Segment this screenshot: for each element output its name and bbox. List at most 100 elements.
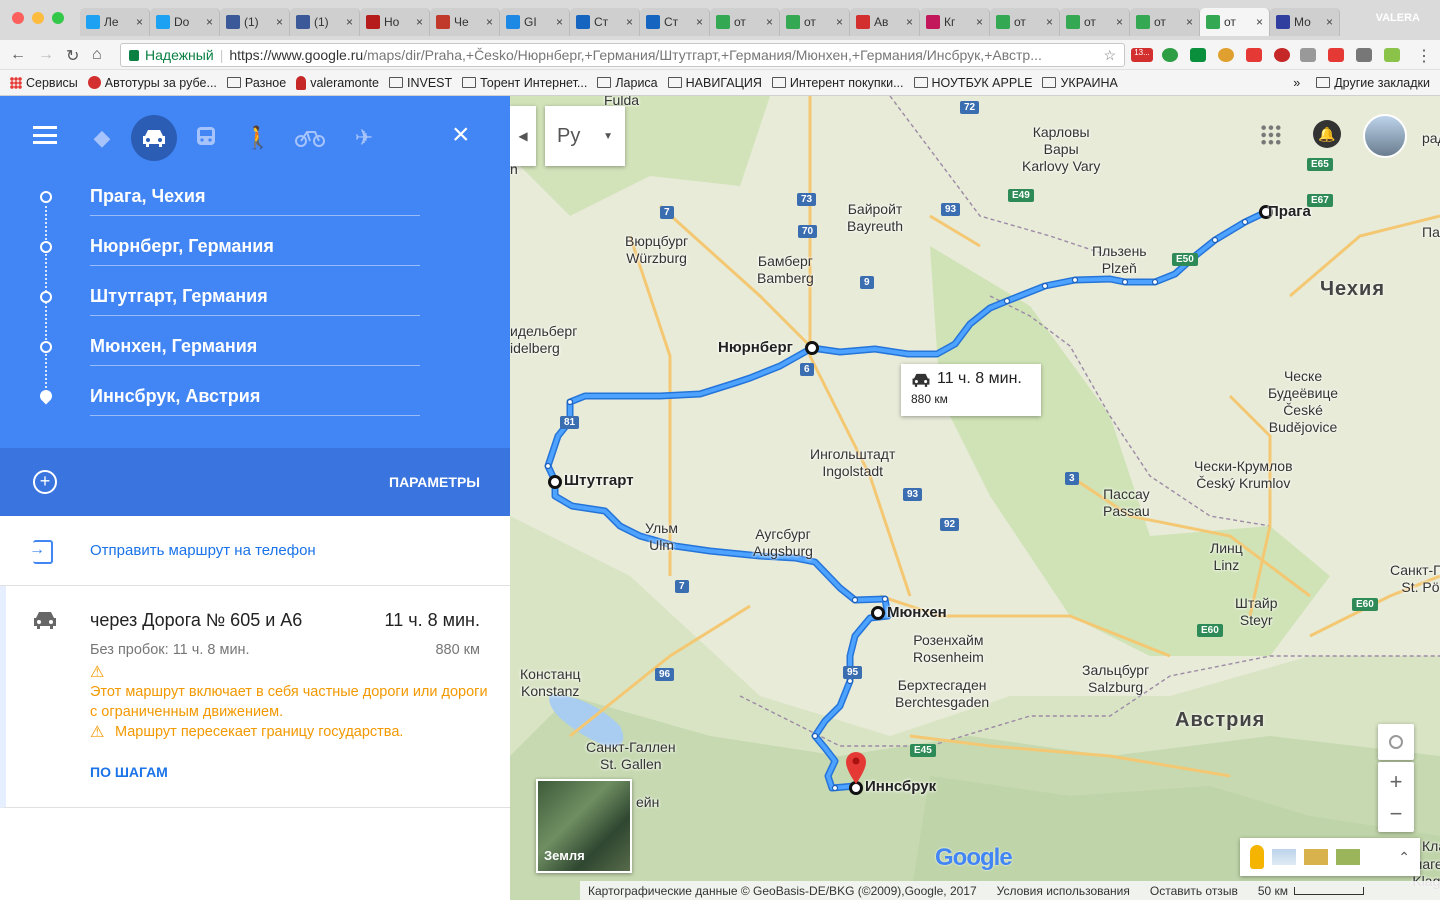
close-tab-icon[interactable]: × (976, 15, 983, 29)
mode-bike-icon[interactable] (290, 118, 330, 158)
map-canvas[interactable]: Прага Нюрнберг Штутгарт Мюнхен Иннсбрук Карло… (510, 96, 1440, 900)
avatar[interactable] (1363, 114, 1407, 158)
send-to-phone-row[interactable]: → Отправить маршрут на телефон (0, 516, 510, 586)
bookmark-star-icon[interactable]: ☆ (1103, 47, 1116, 64)
address-bar[interactable]: Надежный | https://www.google.ru /maps/d… (120, 43, 1125, 67)
feedback-link[interactable]: Оставить отзыв (1150, 884, 1238, 898)
close-tab-icon[interactable]: × (696, 15, 703, 29)
minimize-window-icon[interactable] (32, 12, 44, 24)
waypoint-input-5[interactable]: Иннсбрук, Австрия (90, 376, 420, 416)
browser-tab[interactable]: (1) × (220, 8, 290, 36)
bookmark-item[interactable]: INVEST (388, 76, 452, 90)
profile-name[interactable]: VALERA (1376, 12, 1420, 24)
extension-cookie-icon[interactable] (1218, 48, 1234, 62)
mode-car-icon[interactable] (131, 115, 177, 161)
browser-tab[interactable]: от × (710, 8, 780, 36)
browser-tab[interactable]: Ле × (80, 8, 150, 36)
close-tab-icon[interactable]: × (1256, 15, 1263, 29)
route-option[interactable]: через Дорога № 605 и A6 11 ч. 8 мин. Без… (0, 586, 510, 808)
mode-best-icon[interactable]: ◆ (82, 118, 122, 158)
bookmark-item[interactable]: Интерент покупки... (771, 76, 904, 90)
bookmark-item[interactable]: Торент Интернет... (462, 76, 587, 90)
browser-tab[interactable]: Кг × (920, 8, 990, 36)
close-tab-icon[interactable]: × (906, 15, 913, 29)
close-tab-icon[interactable]: × (136, 15, 143, 29)
mode-walk-icon[interactable]: 🚶 (238, 118, 278, 158)
menu-icon[interactable]: ⋮ (1416, 46, 1432, 66)
extension-mail-icon[interactable] (1328, 48, 1344, 62)
close-tab-icon[interactable]: × (416, 15, 423, 29)
browser-tab[interactable]: от × (1200, 8, 1270, 36)
forward-icon[interactable]: → (38, 46, 54, 64)
bookmark-item[interactable]: valeramonte (296, 75, 379, 90)
bookmark-item[interactable]: Лариса (597, 76, 658, 90)
imagery-thumb-3[interactable] (1336, 849, 1360, 865)
extension-abp-icon[interactable] (1274, 48, 1290, 62)
imagery-thumb-1[interactable] (1272, 849, 1296, 865)
chevron-up-icon[interactable]: ⌃ (1398, 849, 1410, 866)
waypoint-input-1[interactable]: Прага, Чехия (90, 176, 420, 216)
browser-tab[interactable]: GI × (500, 8, 570, 36)
waypoint-input-4[interactable]: Мюнхен, Германия (90, 326, 420, 366)
close-tab-icon[interactable]: × (346, 15, 353, 29)
home-icon[interactable]: ⌂ (92, 46, 102, 64)
bookmark-item[interactable]: Разное (226, 76, 286, 90)
bookmark-item[interactable]: НОУТБУК APPLE (913, 76, 1032, 90)
browser-tab[interactable]: Ст × (570, 8, 640, 36)
close-tab-icon[interactable]: × (276, 15, 283, 29)
close-window-icon[interactable] (12, 12, 24, 24)
bookmark-item[interactable]: УКРАИНА (1042, 76, 1118, 90)
earth-view-toggle[interactable]: Земля (536, 779, 632, 873)
close-tab-icon[interactable]: × (1326, 15, 1333, 29)
collapse-panel-button[interactable]: ◀ (510, 106, 536, 166)
extension-shield-icon[interactable] (1300, 48, 1316, 62)
bookmarks-more[interactable]: » (1293, 76, 1300, 90)
close-tab-icon[interactable]: × (1116, 15, 1123, 29)
apps-grid-icon[interactable] (1260, 124, 1282, 146)
browser-tab[interactable]: от × (1130, 8, 1200, 36)
bookmark-item[interactable]: Сервисы (10, 76, 78, 90)
close-tab-icon[interactable]: × (1186, 15, 1193, 29)
pegman-icon[interactable] (1250, 845, 1264, 869)
close-tab-icon[interactable]: × (836, 15, 843, 29)
options-button[interactable]: ПАРАМЕТРЫ (389, 474, 480, 490)
zoom-in-icon[interactable]: + (1390, 765, 1403, 799)
browser-tab[interactable]: от × (990, 8, 1060, 36)
add-destination-icon[interactable]: + (33, 470, 57, 494)
bookmark-other[interactable]: Другие закладки (1316, 76, 1430, 90)
mode-transit-icon[interactable] (186, 118, 226, 158)
bookmark-item[interactable]: Автотуры за рубе... (87, 76, 217, 90)
send-to-phone-link[interactable]: Отправить маршрут на телефон (90, 542, 316, 559)
back-icon[interactable]: ← (10, 46, 26, 64)
browser-tab[interactable]: Do × (150, 8, 220, 36)
zoom-out-icon[interactable]: − (1390, 799, 1403, 829)
browser-tab[interactable]: Че × (430, 8, 500, 36)
steps-link[interactable]: ПО ШАГАМ (90, 764, 168, 780)
close-tab-icon[interactable]: × (486, 15, 493, 29)
waypoint-input-2[interactable]: Нюрнберг, Германия (90, 226, 420, 266)
language-button[interactable]: Ру ▼ (545, 106, 625, 166)
hamburger-menu-icon[interactable] (33, 126, 57, 144)
extension-drive-icon[interactable] (1356, 48, 1372, 62)
my-location-button[interactable] (1378, 724, 1414, 760)
extension-leaf-icon[interactable] (1384, 48, 1400, 62)
bookmark-item[interactable]: НАВИГАЦИЯ (667, 76, 762, 90)
close-tab-icon[interactable]: × (766, 15, 773, 29)
browser-tab[interactable]: Но × (360, 8, 430, 36)
extension-puzzle-icon[interactable] (1190, 48, 1206, 62)
zoom-window-icon[interactable] (52, 12, 64, 24)
waypoint-input-3[interactable]: Штутгарт, Германия (90, 276, 420, 316)
close-tab-icon[interactable]: × (556, 15, 563, 29)
terms-link[interactable]: Условия использования (997, 884, 1130, 898)
reload-icon[interactable]: ↻ (66, 46, 79, 66)
extension-flag-icon[interactable] (1246, 48, 1262, 62)
imagery-thumb-2[interactable] (1304, 849, 1328, 865)
browser-tab[interactable]: Ст × (640, 8, 710, 36)
extension-badge-icon[interactable]: 13... (1131, 48, 1153, 62)
close-tab-icon[interactable]: × (1046, 15, 1053, 29)
notifications-icon[interactable]: 🔔 (1313, 120, 1341, 148)
browser-tab[interactable]: от × (780, 8, 850, 36)
browser-tab[interactable]: Мо × (1270, 8, 1340, 36)
close-directions-icon[interactable]: × (452, 120, 470, 150)
browser-tab[interactable]: Ав × (850, 8, 920, 36)
